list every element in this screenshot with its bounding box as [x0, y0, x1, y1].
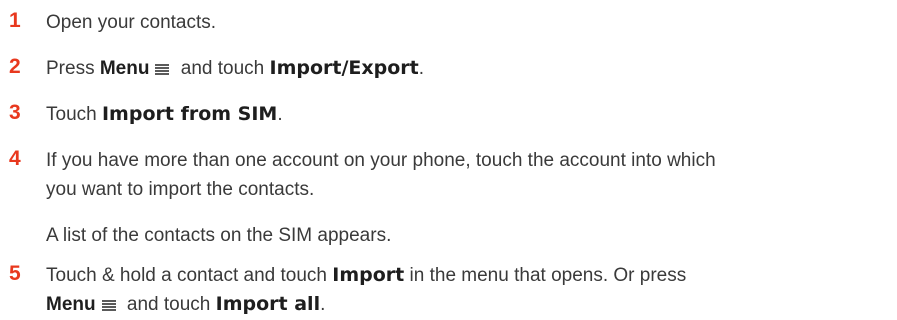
step-text-line: Menu and touch Import all. — [46, 290, 866, 319]
ui-target: Import — [332, 264, 405, 286]
step-text-part: and touch — [121, 294, 216, 315]
step-text-line: you want to import the contacts. — [46, 179, 315, 200]
step-text: Press Menu and touch Import/Export. — [46, 54, 866, 83]
step-text: Open your contacts. — [46, 12, 217, 33]
menu-label: Menu — [46, 294, 96, 315]
ui-target: Import all — [215, 293, 321, 315]
step-text-part: and touch — [175, 58, 270, 79]
ui-target: Import/Export — [269, 57, 419, 79]
step-number: 5 — [9, 262, 21, 285]
step-number: 4 — [9, 147, 21, 170]
step-text-part: in the menu that opens. Or press — [404, 265, 687, 286]
menu-label: Menu — [99, 58, 150, 79]
step-text-line: Touch & hold a contact and touch Import … — [46, 261, 866, 290]
menu-lines-icon — [101, 299, 116, 311]
step-number: 1 — [9, 9, 21, 32]
step-text-part: . — [418, 58, 425, 79]
step-text: Touch Import from SIM. — [46, 100, 866, 129]
step-number: 2 — [9, 55, 21, 78]
step-note: A list of the contacts on the SIM appear… — [46, 225, 392, 246]
step-number: 3 — [9, 101, 21, 124]
ui-target: Import from SIM — [101, 103, 278, 125]
menu-lines-icon — [155, 63, 170, 75]
step-text-part: Touch & hold a contact and touch — [46, 265, 333, 286]
step-text-part: Touch — [46, 104, 102, 125]
step-text-part: Press — [46, 58, 100, 79]
step-text-part: . — [320, 294, 326, 315]
step-text-line: If you have more than one account on you… — [46, 150, 716, 171]
step-text-part: . — [277, 104, 283, 125]
